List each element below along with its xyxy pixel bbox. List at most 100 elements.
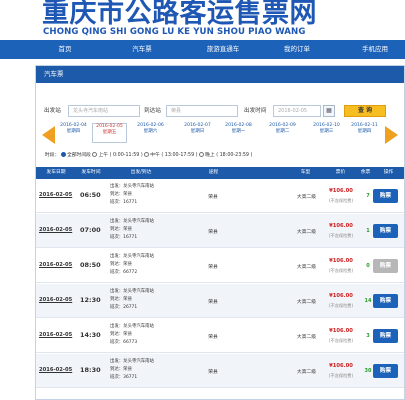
row-price: ¥106.00 — [329, 363, 353, 369]
from-label: 出发站 — [44, 108, 61, 114]
row-time: 12:30 — [80, 296, 101, 304]
filter-label: 时段： — [45, 153, 60, 158]
row-dest: 荣县 — [208, 195, 218, 200]
row-route-info: 出发：龙头寺汽车南站 到达：荣县 班次：16771 — [110, 219, 154, 240]
row-price-note: (不含保险费) — [328, 268, 354, 273]
row-price-note: (不含保险费) — [328, 303, 354, 308]
date-tab[interactable]: 2016-02-11 星期四 — [347, 123, 382, 143]
radio-all[interactable] — [60, 152, 66, 157]
table-header: 发车日期 发车时间 出发/到达 途程 车型 票价 余票 操作 — [36, 167, 404, 179]
row-price-note: (不含保险费) — [328, 338, 354, 343]
site-subtitle: CHONG QING SHI GONG LU KE YUN SHOU PIAO … — [43, 27, 306, 37]
nav-my-orders[interactable]: 我的订单 — [262, 40, 332, 59]
site-header: 重庆市公路客运售票网 CHONG QING SHI GONG LU KE YUN… — [0, 0, 405, 40]
row-dest: 荣县 — [208, 335, 218, 340]
table-row: 2016-02-05 06:50 出发：龙头寺汽车南站 到达：荣县 班次：16771… — [36, 179, 404, 213]
radio-morning[interactable] — [92, 152, 98, 157]
row-route-info: 出发：龙头寺汽车南站 到达：荣县 班次：66773 — [110, 324, 154, 345]
row-route-info: 出发：龙头寺汽车南站 到达：荣县 班次：16771 — [110, 184, 154, 205]
ticket-panel: 汽车票 出发站 龙头寺汽车南站 到达站 荣县 出发时间 2016-02-05 ▦… — [35, 65, 405, 400]
date-tab[interactable]: 2016-02-08 星期一 — [221, 123, 256, 143]
filter-option-all[interactable]: 全部时间段 — [67, 153, 91, 158]
buy-button-disabled[interactable]: 购票 — [373, 259, 398, 273]
date-tab[interactable]: 2016-02-06 星期六 — [133, 123, 168, 143]
main-nav: 首页 汽车票 旅游直通车 我的订单 手机应用 — [0, 40, 405, 59]
date-tab[interactable]: 2016-02-04 星期四 — [56, 123, 91, 143]
nav-home[interactable]: 首页 — [30, 40, 100, 59]
row-time: 07:00 — [80, 226, 101, 234]
table-row: 2016-02-05 12:30 出发：龙头寺汽车南站 到达：荣县 班次：26771… — [36, 284, 404, 318]
row-bus-type: 大高二级 — [296, 300, 317, 305]
col-action: 操作 — [383, 170, 394, 175]
row-price-note: (不含保险费) — [328, 233, 354, 238]
row-time: 14:30 — [80, 331, 101, 339]
row-date[interactable]: 2016-02-05 — [39, 262, 73, 268]
buy-button[interactable]: 购票 — [373, 364, 398, 378]
site-title[interactable]: 重庆市公路客运售票网 — [42, 0, 317, 28]
buy-button[interactable]: 购票 — [373, 189, 398, 203]
row-price: ¥106.00 — [329, 223, 353, 229]
from-station-input[interactable]: 龙头寺汽车南站 — [68, 105, 140, 117]
table-row: 2016-02-05 14:30 出发：龙头寺汽车南站 到达：荣县 班次：66773… — [36, 319, 404, 353]
row-dest: 荣县 — [208, 265, 218, 270]
row-bus-type: 大高二级 — [296, 370, 317, 375]
table-row: 2016-02-05 08:50 出发：龙头寺汽车南站 到达：荣县 班次：66772… — [36, 249, 404, 283]
radio-noon[interactable] — [144, 152, 150, 157]
panel-title: 汽车票 — [36, 66, 404, 83]
row-route-info: 出发：龙头寺汽车南站 到达：荣县 班次：26771 — [110, 289, 154, 310]
radio-evening[interactable] — [199, 152, 205, 157]
row-dest: 荣县 — [208, 300, 218, 305]
buy-button[interactable]: 购票 — [373, 224, 398, 238]
col-left: 余票 — [360, 170, 371, 175]
buy-button[interactable]: 购票 — [373, 329, 398, 343]
row-price: ¥106.00 — [329, 188, 353, 194]
row-price-note: (不含保险费) — [328, 373, 354, 378]
col-date: 发车日期 — [46, 170, 66, 175]
row-bus-type: 大高二级 — [296, 230, 317, 235]
col-dest: 途程 — [208, 170, 219, 175]
row-route-info: 出发：龙头寺汽车南站 到达：荣县 班次：66772 — [110, 254, 154, 275]
date-tab[interactable]: 2016-02-07 星期日 — [180, 123, 215, 143]
nav-tour-bus[interactable]: 旅游直通车 — [188, 40, 258, 59]
next-dates-arrow-icon[interactable] — [385, 126, 398, 144]
to-label: 到达站 — [144, 108, 161, 114]
col-type: 车型 — [300, 170, 311, 175]
time-filter: 时段： 全部时间段 上午 ( 0:00-11:59 ) 中午 ( 13:00-1… — [45, 152, 252, 160]
row-date[interactable]: 2016-02-05 — [39, 332, 73, 338]
row-price: ¥106.00 — [329, 328, 353, 334]
filter-option-evening[interactable]: 晚上 ( 18:00-23:59 ) — [205, 153, 252, 158]
row-time: 06:50 — [80, 191, 101, 199]
nav-mobile-app[interactable]: 手机应用 — [340, 40, 405, 59]
row-bus-type: 大高二级 — [296, 265, 317, 270]
buy-button[interactable]: 购票 — [373, 294, 398, 308]
row-dest: 荣县 — [208, 370, 218, 375]
row-price: ¥106.00 — [329, 258, 353, 264]
col-route: 出发/到达 — [130, 170, 152, 175]
filter-option-noon[interactable]: 中午 ( 13:00-17:59 ) — [150, 153, 197, 158]
table-row: 2016-02-05 07:00 出发：龙头寺汽车南站 到达：荣县 班次：16771… — [36, 214, 404, 248]
row-route-info: 出发：龙头寺汽车南站 到达：荣县 班次：36771 — [110, 359, 154, 380]
date-input[interactable]: 2016-02-05 — [273, 105, 321, 117]
date-label: 出发时间 — [244, 108, 267, 114]
table-row: 2016-02-05 18:30 出发：龙头寺汽车南站 到达：荣县 班次：36771… — [36, 354, 404, 388]
row-bus-type: 大高二级 — [296, 335, 317, 340]
row-dest: 荣县 — [208, 230, 218, 235]
row-time: 18:30 — [80, 366, 101, 374]
date-tab[interactable]: 2016-02-10 星期三 — [309, 123, 344, 143]
col-price: 票价 — [335, 170, 346, 175]
row-price: ¥106.00 — [329, 293, 353, 299]
row-time: 08:50 — [80, 261, 101, 269]
date-tab[interactable]: 2016-02-09 星期二 — [265, 123, 300, 143]
query-button[interactable]: 查 询 — [344, 105, 386, 117]
prev-dates-arrow-icon[interactable] — [42, 126, 55, 144]
calendar-icon[interactable]: ▦ — [323, 105, 335, 117]
row-date[interactable]: 2016-02-05 — [39, 367, 73, 373]
col-time: 发车时间 — [81, 170, 101, 175]
row-date[interactable]: 2016-02-05 — [39, 192, 73, 198]
row-date[interactable]: 2016-02-05 — [39, 297, 73, 303]
filter-option-morning[interactable]: 上午 ( 0:00-11:59 ) — [98, 153, 142, 158]
to-station-input[interactable]: 荣县 — [166, 105, 238, 117]
nav-bus-ticket[interactable]: 汽车票 — [107, 40, 177, 59]
row-date[interactable]: 2016-02-05 — [39, 227, 73, 233]
date-tab-active[interactable]: 2016-02-05 星期五 — [92, 123, 127, 143]
